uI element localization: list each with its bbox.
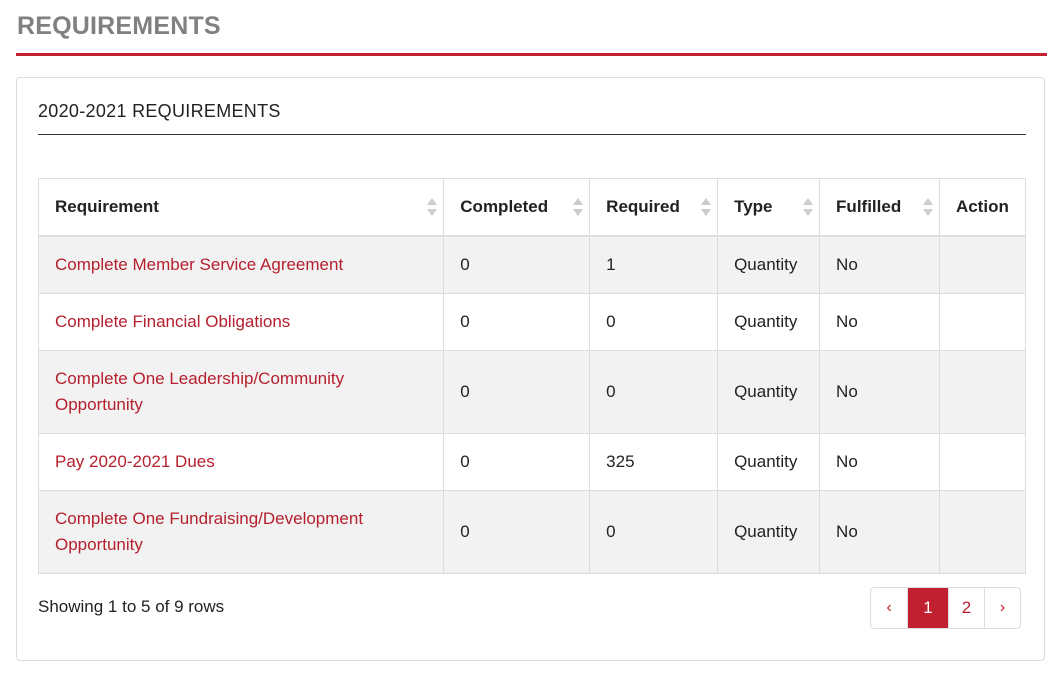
sort-icon	[427, 197, 438, 217]
column-header-completed[interactable]: Completed	[443, 178, 591, 237]
column-header-label: Action	[955, 197, 1009, 216]
page-title: REQUIREMENTS	[17, 12, 221, 40]
required-cell: 325	[589, 433, 719, 491]
chevron-right-icon[interactable]: ›	[984, 588, 1020, 628]
requirement-link[interactable]: Pay 2020-2021 Dues	[55, 452, 215, 471]
fulfilled-cell: No	[819, 235, 940, 294]
fulfilled-cell: No	[819, 293, 940, 351]
column-header-action: Action	[938, 178, 1027, 237]
action-cell	[938, 235, 1027, 294]
table-row: Complete Member Service Agreement 0 1 Qu…	[37, 235, 1027, 294]
requirement-link[interactable]: Complete Member Service Agreement	[55, 255, 343, 274]
table-row: Complete One Fundraising/Development Opp…	[37, 490, 1027, 574]
requirement-link[interactable]: Complete One Fundraising/Development Opp…	[55, 509, 363, 554]
requirement-cell: Complete One Leadership/Community Opport…	[37, 350, 445, 434]
type-cell: Quantity	[717, 350, 821, 434]
requirement-link[interactable]: Complete Financial Obligations	[55, 312, 290, 331]
requirement-link[interactable]: Complete One Leadership/Community Opport…	[55, 369, 344, 414]
pagination: ‹ 1 2 ›	[870, 587, 1021, 629]
required-cell: 0	[589, 350, 719, 434]
pagination-summary: Showing 1 to 5 of 9 rows	[38, 597, 225, 616]
title-divider	[16, 53, 1047, 56]
completed-cell: 0	[443, 293, 591, 351]
type-cell: Quantity	[717, 235, 821, 294]
chevron-left-icon[interactable]: ‹	[871, 588, 907, 628]
required-cell: 1	[589, 235, 719, 294]
sort-icon	[922, 197, 933, 217]
fulfilled-cell: No	[819, 490, 940, 574]
action-cell	[938, 490, 1027, 574]
column-header-label: Required	[606, 197, 680, 216]
requirement-cell: Complete One Fundraising/Development Opp…	[37, 490, 445, 574]
column-header-label: Type	[734, 197, 773, 216]
completed-cell: 0	[443, 490, 591, 574]
requirements-panel: 2020-2021 REQUIREMENTS Requirement Compl…	[16, 77, 1045, 661]
table-row: Pay 2020-2021 Dues 0 325 Quantity No	[37, 433, 1027, 491]
action-cell	[938, 293, 1027, 351]
column-header-requirement[interactable]: Requirement	[37, 178, 445, 237]
section-title: 2020-2021 REQUIREMENTS	[38, 101, 281, 121]
required-cell: 0	[589, 293, 719, 351]
column-header-label: Completed	[460, 197, 549, 216]
fulfilled-cell: No	[819, 350, 940, 434]
requirements-table: Requirement Completed Required Type Fulf…	[37, 178, 1027, 574]
requirement-cell: Complete Member Service Agreement	[37, 235, 445, 294]
column-header-fulfilled[interactable]: Fulfilled	[819, 178, 940, 237]
column-header-required[interactable]: Required	[589, 178, 719, 237]
requirement-cell: Complete Financial Obligations	[37, 293, 445, 351]
type-cell: Quantity	[717, 433, 821, 491]
page-button-1[interactable]: 1	[907, 588, 948, 628]
type-cell: Quantity	[717, 490, 821, 574]
table-row: Complete One Leadership/Community Opport…	[37, 350, 1027, 434]
column-header-type[interactable]: Type	[717, 178, 821, 237]
sort-icon	[701, 197, 712, 217]
completed-cell: 0	[443, 433, 591, 491]
action-cell	[938, 350, 1027, 434]
completed-cell: 0	[443, 350, 591, 434]
table-header-row: Requirement Completed Required Type Fulf…	[37, 178, 1027, 237]
table-row: Complete Financial Obligations 0 0 Quant…	[37, 293, 1027, 351]
section-divider	[38, 134, 1026, 135]
sort-icon	[573, 197, 584, 217]
requirement-cell: Pay 2020-2021 Dues	[37, 433, 445, 491]
required-cell: 0	[589, 490, 719, 574]
action-cell	[938, 433, 1027, 491]
sort-icon	[803, 197, 814, 217]
column-header-label: Fulfilled	[836, 197, 902, 216]
completed-cell: 0	[443, 235, 591, 294]
type-cell: Quantity	[717, 293, 821, 351]
column-header-label: Requirement	[55, 197, 159, 216]
fulfilled-cell: No	[819, 433, 940, 491]
page-button-2[interactable]: 2	[948, 588, 984, 628]
